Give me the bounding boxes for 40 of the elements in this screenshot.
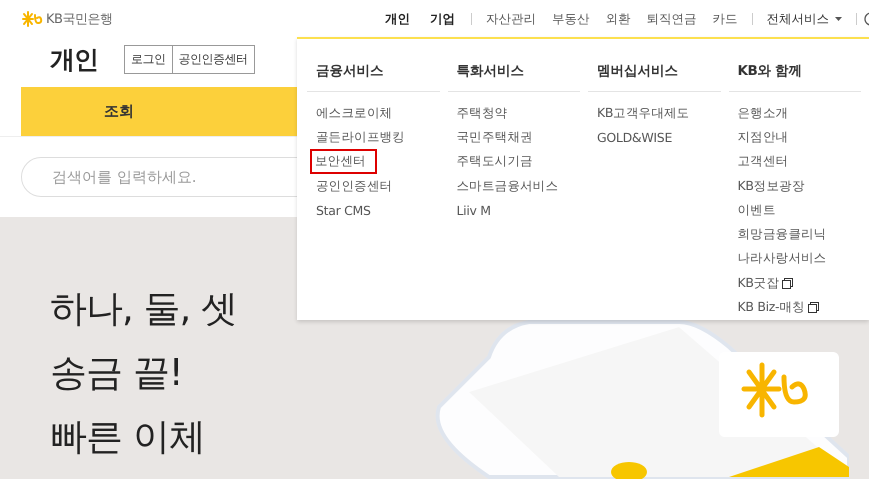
menu-heading: 금융서비스 [307,39,440,92]
menu-link[interactable]: 스마트금융서비스 [456,178,558,195]
menu-link[interactable]: 에스크로이체 [316,104,392,122]
menu-link[interactable]: 주택청약 [456,104,508,122]
nav-link[interactable]: 외환 [606,10,630,28]
menu-link[interactable]: KB굿잡 [738,274,780,292]
menu-link[interactable]: Star CMS [316,202,371,218]
hero-headline: 빠른 이체 [50,414,206,460]
menu-link[interactable]: GOLD&WISE [597,130,672,145]
all-services-menu[interactable]: 전체서비스 [766,10,842,28]
hero-headline: 송금 끝! [50,350,184,396]
page-title: 개인 [50,44,98,76]
nav-link[interactable]: 카드 [712,10,738,28]
menu-heading: KB와 함께 [728,39,861,92]
menu-link[interactable]: 보안센터 [313,152,374,172]
logo-text[interactable]: KB국민은행 [46,10,112,28]
nav-link[interactable]: 자산관리 [486,10,536,28]
menu-link[interactable]: KB고객우대제도 [597,104,690,122]
menu-link[interactable]: 희망금융클리닉 [738,226,826,244]
menu-heading: 특화서비스 [448,39,580,92]
menu-link[interactable]: 주택도시기금 [456,153,533,170]
star-logo-icon [22,11,43,27]
menu-link[interactable]: 이벤트 [738,202,776,219]
menu-link[interactable]: 고객센터 [738,153,788,170]
caret-icon [835,17,842,21]
nav-link[interactable]: 부동산 [552,10,590,28]
nav-link[interactable]: 개인 [385,10,410,28]
menu-link[interactable]: 국민주택채권 [456,128,533,146]
menu-link[interactable]: 지점안내 [738,128,788,146]
menu-link[interactable]: Liiv M [456,202,491,218]
menu-link[interactable]: KB Biz-매칭 [738,299,805,316]
menu-link[interactable]: 공인인증센터 [316,178,392,195]
menu-link[interactable]: KB정보광장 [738,178,804,195]
menu-link[interactable]: 나라사랑서비스 [738,250,826,268]
menu-link[interactable]: 골든라이프뱅킹 [316,128,405,146]
menu-heading: 멤버십서비스 [588,39,720,92]
nav-link[interactable]: 기업 [430,10,455,28]
nav-link[interactable]: 퇴직연금 [646,10,696,28]
menu-link[interactable]: 은행소개 [738,104,788,122]
hero-headline: 하나, 둘, 셋 [50,286,238,332]
